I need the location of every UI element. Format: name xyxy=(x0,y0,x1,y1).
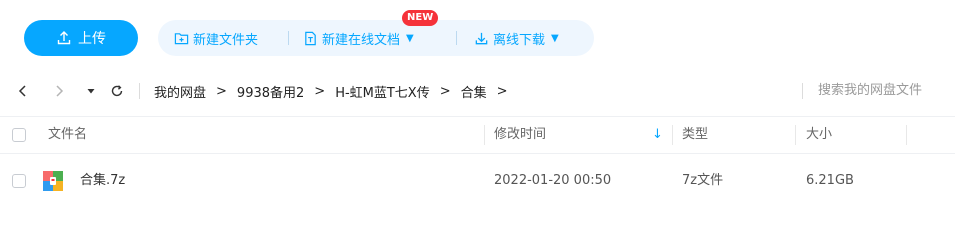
pill-divider xyxy=(288,31,289,45)
new-online-doc-label: 新建在线文档 xyxy=(322,32,401,48)
file-name[interactable]: 合集.7z xyxy=(80,158,125,204)
breadcrumb-item-current[interactable]: 合集 xyxy=(461,82,487,101)
refresh-icon xyxy=(111,85,123,97)
action-pill: 新建文件夹 新建在线文档 ▼ 离线下载 ▼ xyxy=(158,20,594,56)
file-size: 6.21GB xyxy=(806,173,854,188)
upload-label: 上传 xyxy=(78,31,106,47)
breadcrumb-separator-icon: > xyxy=(439,83,451,99)
new-folder-label: 新建文件夹 xyxy=(193,32,259,48)
upload-button[interactable]: 上传 xyxy=(24,20,138,56)
toolbar: 上传 新建文件夹 新建在线文档 ▼ 离线下载 ▼ NEW xyxy=(0,0,955,70)
forward-button[interactable] xyxy=(50,80,68,102)
breadcrumb-item[interactable]: 9938备用2 xyxy=(237,82,304,101)
search-input[interactable]: 搜索我的网盘文件 xyxy=(818,80,948,102)
pill-divider xyxy=(456,31,457,45)
column-header-type[interactable]: 类型 xyxy=(682,117,708,153)
breadcrumb-separator-icon: > xyxy=(496,83,508,99)
table-row[interactable]: 合集.7z 2022-01-20 00:50 7z文件 6.21GB xyxy=(0,158,955,204)
navigation-bar: 我的网盘 > 9938备用2 > H-虹M蓝T七X传 > 合集 > 搜索我的网盘… xyxy=(0,72,955,110)
file-modified-time: 2022-01-20 00:50 xyxy=(494,173,612,188)
archive-7z-icon xyxy=(43,171,63,191)
refresh-button[interactable] xyxy=(108,80,126,102)
history-dropdown-button[interactable] xyxy=(84,80,98,102)
column-header-size[interactable]: 大小 xyxy=(806,117,832,153)
upload-icon xyxy=(57,31,71,45)
row-checkbox[interactable] xyxy=(12,174,26,188)
chevron-down-icon: ▼ xyxy=(551,32,559,44)
sort-descending-icon[interactable]: ↓ xyxy=(652,117,663,153)
chevron-down-icon: ▼ xyxy=(406,32,414,44)
new-folder-icon xyxy=(174,32,189,44)
offline-download-button[interactable]: 离线下载 ▼ xyxy=(474,20,559,56)
column-divider xyxy=(484,125,485,145)
offline-download-label: 离线下载 xyxy=(493,32,546,48)
new-badge: NEW xyxy=(402,10,439,26)
search-divider xyxy=(802,83,803,99)
breadcrumb-item[interactable]: H-虹M蓝T七X传 xyxy=(335,82,430,101)
column-divider xyxy=(795,125,796,145)
new-doc-icon xyxy=(305,31,316,45)
nav-divider xyxy=(139,83,140,99)
table-header: 文件名 修改时间 ↓ 类型 大小 xyxy=(0,116,955,154)
column-divider xyxy=(672,125,673,145)
chevron-left-icon xyxy=(18,85,26,97)
breadcrumb-separator-icon: > xyxy=(314,83,326,99)
caret-down-icon xyxy=(87,89,95,94)
column-divider xyxy=(906,125,907,145)
breadcrumb-item[interactable]: 我的网盘 xyxy=(154,82,206,101)
chevron-right-icon xyxy=(56,85,64,97)
download-icon xyxy=(475,32,488,44)
breadcrumb-separator-icon: > xyxy=(216,83,227,99)
select-all-checkbox[interactable] xyxy=(12,128,26,142)
file-type: 7z文件 xyxy=(682,173,724,188)
new-online-doc-button[interactable]: 新建在线文档 ▼ xyxy=(303,20,414,56)
new-folder-button[interactable]: 新建文件夹 xyxy=(174,20,258,56)
back-button[interactable] xyxy=(14,80,32,102)
breadcrumb: 我的网盘 > 9938备用2 > H-虹M蓝T七X传 > 合集 > xyxy=(154,80,518,102)
column-header-modified[interactable]: 修改时间 xyxy=(494,117,546,153)
column-header-name[interactable]: 文件名 xyxy=(48,117,87,153)
